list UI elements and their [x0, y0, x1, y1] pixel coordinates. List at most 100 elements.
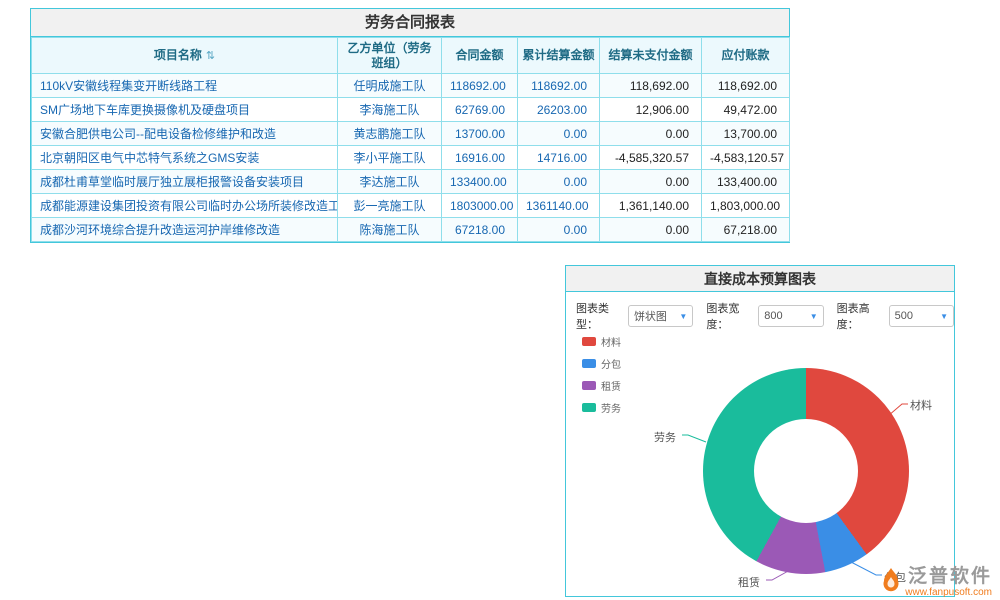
- chart-controls: 图表类型： 饼状图 ▼ 图表宽度： 800 ▼ 图表高度： 500 ▼: [576, 300, 954, 332]
- cell-project-name[interactable]: 110kV安徽线程集变开断线路工程: [32, 74, 338, 98]
- cell-party-b-unit[interactable]: 李达施工队: [338, 170, 442, 194]
- table-row[interactable]: 成都能源建设集团投资有限公司临时办公场所装修改造工程EPC彭一亮施工队18030…: [32, 194, 790, 218]
- col-unpaid-amount[interactable]: 结算未支付金额: [600, 38, 702, 74]
- cell-payable-amount: 133,400.00: [702, 170, 790, 194]
- chevron-down-icon: ▼: [940, 312, 948, 321]
- legend-swatch: [582, 403, 596, 412]
- slice-label-lease: 租赁: [738, 574, 760, 590]
- cell-payable-amount: 1,803,000.00: [702, 194, 790, 218]
- legend-label: 租赁: [601, 378, 621, 393]
- slice-label-labor: 劳务: [654, 429, 676, 445]
- cell-unpaid-amount: 0.00: [600, 218, 702, 242]
- col-settled-amount[interactable]: 累计结算金额: [518, 38, 600, 74]
- legend-item[interactable]: 租赁: [582, 378, 621, 393]
- cell-party-b-unit[interactable]: 彭一亮施工队: [338, 194, 442, 218]
- legend-item[interactable]: 劳务: [582, 400, 621, 415]
- col-party-b-unit[interactable]: 乙方单位（劳务班组）: [338, 38, 442, 74]
- cell-party-b-unit[interactable]: 李小平施工队: [338, 146, 442, 170]
- sort-icon[interactable]: ⇅: [206, 50, 215, 62]
- donut-hole: [754, 419, 858, 523]
- cell-contract-amount: 118692.00: [442, 74, 518, 98]
- donut-chart[interactable]: [703, 368, 909, 574]
- flame-icon: [881, 567, 901, 593]
- chevron-down-icon: ▼: [679, 312, 687, 321]
- legend-item[interactable]: 分包: [582, 356, 621, 371]
- cell-settled-amount: 0.00: [518, 218, 600, 242]
- legend-label: 分包: [601, 356, 621, 371]
- cell-project-name[interactable]: 成都杜甫草堂临时展厅独立展柜报警设备安装项目: [32, 170, 338, 194]
- cell-unpaid-amount: -4,585,320.57: [600, 146, 702, 170]
- cell-settled-amount: 0.00: [518, 122, 600, 146]
- legend-label: 材料: [601, 334, 621, 349]
- cell-party-b-unit[interactable]: 陈海施工队: [338, 218, 442, 242]
- chart-height-value: 500: [895, 310, 913, 322]
- cell-settled-amount: 118692.00: [518, 74, 600, 98]
- cell-party-b-unit[interactable]: 任明成施工队: [338, 74, 442, 98]
- brand-url: www.fanpusoft.com: [905, 587, 992, 598]
- chart-type-control: 图表类型： 饼状图 ▼: [576, 300, 693, 332]
- table-row[interactable]: SM广场地下车库更换摄像机及硬盘项目李海施工队62769.0026203.001…: [32, 98, 790, 122]
- direct-cost-budget-chart-panel: 直接成本预算图表 图表类型： 饼状图 ▼ 图表宽度： 800 ▼ 图表高度： 5…: [565, 265, 955, 597]
- chart-type-select[interactable]: 饼状图 ▼: [628, 305, 693, 327]
- cell-contract-amount: 1803000.00: [442, 194, 518, 218]
- cell-party-b-unit[interactable]: 李海施工队: [338, 98, 442, 122]
- table-row[interactable]: 成都沙河环境综合提升改造运河护岸维修改造陈海施工队67218.000.000.0…: [32, 218, 790, 242]
- chart-width-select[interactable]: 800 ▼: [758, 305, 823, 327]
- chart-title: 直接成本预算图表: [566, 266, 954, 292]
- table-row[interactable]: 北京朝阳区电气中芯特气系统之GMS安装李小平施工队16916.0014716.0…: [32, 146, 790, 170]
- cell-contract-amount: 13700.00: [442, 122, 518, 146]
- legend-swatch: [582, 381, 596, 390]
- chart-height-select[interactable]: 500 ▼: [889, 305, 954, 327]
- cell-unpaid-amount: 12,906.00: [600, 98, 702, 122]
- chart-height-control: 图表高度： 500 ▼: [837, 300, 954, 332]
- col-contract-amount[interactable]: 合同金额: [442, 38, 518, 74]
- legend-swatch: [582, 359, 596, 368]
- chart-type-value: 饼状图: [634, 308, 667, 324]
- cell-contract-amount: 133400.00: [442, 170, 518, 194]
- chart-height-label: 图表高度：: [837, 300, 886, 332]
- cell-payable-amount: 118,692.00: [702, 74, 790, 98]
- chart-width-value: 800: [764, 310, 782, 322]
- cell-settled-amount: 14716.00: [518, 146, 600, 170]
- cell-settled-amount: 0.00: [518, 170, 600, 194]
- brand-watermark: 泛普软件 www.fanpusoft.com: [881, 567, 992, 598]
- cell-project-name[interactable]: 北京朝阳区电气中芯特气系统之GMS安装: [32, 146, 338, 170]
- table-row[interactable]: 成都杜甫草堂临时展厅独立展柜报警设备安装项目李达施工队133400.000.00…: [32, 170, 790, 194]
- legend-item[interactable]: 材料: [582, 334, 621, 349]
- col-project-name[interactable]: 项目名称 ⇅: [32, 38, 338, 74]
- cell-payable-amount: 49,472.00: [702, 98, 790, 122]
- brand-name: 泛普软件: [908, 567, 992, 587]
- report-table-body: 110kV安徽线程集变开断线路工程任明成施工队118692.00118692.0…: [32, 74, 790, 242]
- chevron-down-icon: ▼: [810, 312, 818, 321]
- cell-project-name[interactable]: 成都能源建设集团投资有限公司临时办公场所装修改造工程EPC: [32, 194, 338, 218]
- cell-unpaid-amount: 1,361,140.00: [600, 194, 702, 218]
- chart-width-label: 图表宽度：: [706, 300, 755, 332]
- cell-contract-amount: 62769.00: [442, 98, 518, 122]
- cell-payable-amount: -4,583,120.57: [702, 146, 790, 170]
- cell-unpaid-amount: 0.00: [600, 170, 702, 194]
- chart-type-label: 图表类型：: [576, 300, 625, 332]
- table-header-row: 项目名称 ⇅ 乙方单位（劳务班组） 合同金额 累计结算金额 结算未支付金额 应付账…: [32, 38, 790, 74]
- brand-text-block: 泛普软件 www.fanpusoft.com: [905, 567, 992, 598]
- cell-payable-amount: 67,218.00: [702, 218, 790, 242]
- cell-project-name[interactable]: SM广场地下车库更换摄像机及硬盘项目: [32, 98, 338, 122]
- cell-unpaid-amount: 118,692.00: [600, 74, 702, 98]
- labor-contract-report-panel: 劳务合同报表 项目名称 ⇅ 乙方单位（劳务班组） 合同金额 累计结算金额 结算未支…: [30, 8, 790, 243]
- cell-project-name[interactable]: 安徽合肥供电公司--配电设备检修维护和改造: [32, 122, 338, 146]
- cell-settled-amount: 26203.00: [518, 98, 600, 122]
- cell-contract-amount: 16916.00: [442, 146, 518, 170]
- report-table: 项目名称 ⇅ 乙方单位（劳务班组） 合同金额 累计结算金额 结算未支付金额 应付账…: [31, 37, 790, 242]
- legend-label: 劳务: [601, 400, 621, 415]
- col-project-name-label: 项目名称: [154, 48, 202, 62]
- report-title: 劳务合同报表: [31, 9, 789, 37]
- table-row[interactable]: 110kV安徽线程集变开断线路工程任明成施工队118692.00118692.0…: [32, 74, 790, 98]
- chart-width-control: 图表宽度： 800 ▼: [706, 300, 823, 332]
- cell-project-name[interactable]: 成都沙河环境综合提升改造运河护岸维修改造: [32, 218, 338, 242]
- slice-label-material: 材料: [910, 397, 932, 413]
- cell-party-b-unit[interactable]: 黄志鹏施工队: [338, 122, 442, 146]
- col-payable-amount[interactable]: 应付账款: [702, 38, 790, 74]
- cell-payable-amount: 13,700.00: [702, 122, 790, 146]
- cell-settled-amount: 1361140.00: [518, 194, 600, 218]
- cell-unpaid-amount: 0.00: [600, 122, 702, 146]
- table-row[interactable]: 安徽合肥供电公司--配电设备检修维护和改造黄志鹏施工队13700.000.000…: [32, 122, 790, 146]
